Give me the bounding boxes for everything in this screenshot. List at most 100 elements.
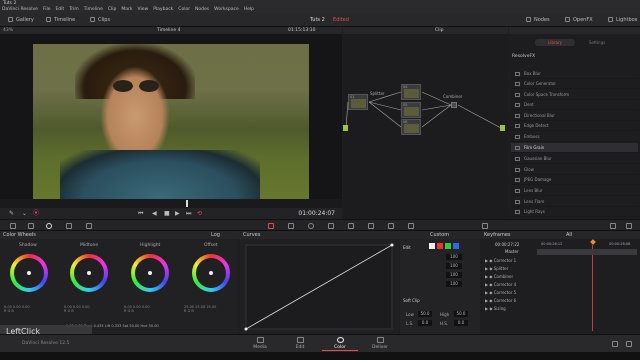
tab-library[interactable]: Library bbox=[535, 39, 575, 46]
fx-item[interactable]: Glow bbox=[511, 165, 638, 175]
node-editor[interactable]: 01 Splitter 04 05 06 Combiner bbox=[343, 34, 508, 219]
value-b[interactable]: 25.00 bbox=[206, 305, 216, 309]
fx-item[interactable]: Box Blur bbox=[511, 69, 638, 79]
settings-icon[interactable] bbox=[626, 341, 632, 347]
blue-channel-swatch[interactable] bbox=[453, 243, 459, 249]
value-b[interactable]: 0.00 bbox=[142, 305, 150, 309]
menu-edit[interactable]: Edit bbox=[55, 7, 64, 12]
fx-item[interactable]: Directional Blur bbox=[511, 111, 638, 121]
kf-track[interactable]: ▶ ◆ Corrector 5 bbox=[485, 290, 516, 295]
value-b[interactable]: 0.00 bbox=[22, 305, 30, 309]
high-value[interactable]: 50.0 bbox=[454, 311, 468, 317]
zoom-select[interactable]: 43% bbox=[3, 27, 13, 34]
fx-item-selected[interactable]: Film Grain bbox=[511, 143, 638, 153]
kf-track[interactable]: ▶ ◆ Corrector 4 bbox=[485, 282, 516, 287]
keyframe-playhead[interactable] bbox=[590, 239, 596, 245]
highlight-icon[interactable]: ⦿ bbox=[33, 210, 39, 217]
fx-item[interactable]: Light Rays bbox=[511, 207, 638, 217]
scrub-bar[interactable] bbox=[0, 199, 342, 208]
window-icon[interactable] bbox=[308, 223, 314, 229]
value-g[interactable]: 0.00 bbox=[13, 305, 21, 309]
menu-nodes[interactable]: Nodes bbox=[195, 7, 209, 12]
fx-item[interactable]: JPEG Damage bbox=[511, 175, 638, 185]
pivot-value[interactable]: 0.435 bbox=[94, 324, 104, 328]
keyframes-icon[interactable] bbox=[482, 223, 488, 229]
value-g[interactable]: 0.00 bbox=[73, 305, 81, 309]
wheel-handle[interactable] bbox=[209, 271, 213, 275]
play-icon[interactable]: ▶ bbox=[175, 210, 180, 217]
kf-track[interactable]: ▶ ◆ Corrector 6 bbox=[485, 298, 516, 303]
skip-forward-icon[interactable]: ⏭ bbox=[186, 210, 191, 217]
wheel-handle[interactable] bbox=[27, 271, 31, 275]
page-color[interactable]: Color bbox=[322, 337, 358, 350]
motion-effects-icon[interactable] bbox=[86, 223, 92, 229]
openfx-button[interactable]: OpenFX bbox=[565, 16, 593, 24]
y-value[interactable]: 100 bbox=[446, 254, 462, 260]
nodes-button[interactable]: Nodes bbox=[526, 16, 550, 24]
menu-color[interactable]: Color bbox=[178, 7, 190, 12]
menu-help[interactable]: Help bbox=[244, 7, 254, 12]
sizing-icon[interactable] bbox=[388, 223, 394, 229]
highlight-wheel[interactable] bbox=[131, 254, 169, 292]
wheel-handle[interactable] bbox=[87, 271, 91, 275]
fx-item[interactable]: Emboss bbox=[511, 132, 638, 142]
qualifier-icon[interactable] bbox=[288, 223, 294, 229]
gallery-button[interactable]: Gallery bbox=[8, 16, 34, 24]
info-icon[interactable] bbox=[626, 223, 632, 229]
value-g[interactable]: 0.00 bbox=[133, 305, 141, 309]
3d-icon[interactable] bbox=[408, 223, 414, 229]
kf-track[interactable]: ▶ ◆ Sizing bbox=[485, 306, 506, 311]
fx-item[interactable]: Lens Blur bbox=[511, 186, 638, 196]
shadow-wheel[interactable] bbox=[10, 254, 48, 292]
lift-value[interactable]: 0.333 bbox=[111, 324, 121, 328]
page-media[interactable]: Media bbox=[242, 337, 278, 350]
g-value[interactable]: 100 bbox=[446, 272, 462, 278]
skip-back-icon[interactable]: ⏮ bbox=[138, 210, 143, 217]
timeline-select[interactable]: Timeline 4 bbox=[157, 27, 180, 34]
menu-workspace[interactable]: Workspace bbox=[214, 7, 239, 12]
blur-icon[interactable] bbox=[348, 223, 354, 229]
scopes-icon[interactable] bbox=[610, 223, 616, 229]
menu-trim[interactable]: Trim bbox=[69, 7, 79, 12]
menu-davinci[interactable]: DaVinci Resolve bbox=[2, 7, 38, 12]
menu-file[interactable]: File bbox=[43, 7, 51, 12]
menu-playback[interactable]: Playback bbox=[153, 7, 173, 12]
key-icon[interactable] bbox=[368, 223, 374, 229]
loop-icon[interactable]: ⟲ bbox=[197, 210, 202, 217]
menu-mark[interactable]: Mark bbox=[121, 7, 132, 12]
tracker-icon[interactable] bbox=[328, 223, 334, 229]
node-mode-select[interactable]: Clip bbox=[435, 27, 444, 34]
lightbox-button[interactable]: Lightbox bbox=[608, 16, 638, 24]
step-back-icon[interactable]: ◀ bbox=[152, 210, 157, 217]
camera-raw-icon[interactable] bbox=[10, 223, 16, 229]
fx-item[interactable]: Edge Detect bbox=[511, 121, 638, 131]
curves-icon[interactable] bbox=[268, 223, 274, 229]
pen-icon[interactable]: ✎ bbox=[9, 210, 14, 217]
hue-value[interactable]: 50.00 bbox=[149, 324, 159, 328]
menu-view[interactable]: View bbox=[138, 7, 149, 12]
curves-panel[interactable] bbox=[239, 239, 399, 334]
fx-item[interactable]: Dent bbox=[511, 100, 638, 110]
fx-item[interactable]: Lens Flare bbox=[511, 197, 638, 207]
ls-value[interactable]: 0.0 bbox=[418, 320, 432, 326]
rgb-mixer-icon[interactable] bbox=[66, 223, 72, 229]
kf-track[interactable]: ▶ ◆ Combiner bbox=[485, 274, 513, 279]
page-edit[interactable]: Edit bbox=[282, 337, 318, 350]
red-channel-swatch[interactable] bbox=[437, 243, 443, 249]
clips-button[interactable]: Clips bbox=[90, 16, 110, 24]
link-all-swatch[interactable] bbox=[429, 243, 435, 249]
tab-settings[interactable]: Settings bbox=[577, 39, 617, 46]
value-b[interactable]: 0.00 bbox=[82, 305, 90, 309]
playhead[interactable] bbox=[186, 200, 188, 207]
wheel-handle[interactable] bbox=[148, 271, 152, 275]
offset-wheel[interactable] bbox=[192, 254, 230, 292]
color-wheels-icon[interactable] bbox=[46, 223, 52, 229]
hs-value[interactable]: 0.0 bbox=[454, 320, 468, 326]
r-value[interactable]: 100 bbox=[446, 263, 462, 269]
timeline-button[interactable]: Timeline bbox=[46, 16, 75, 24]
home-icon[interactable] bbox=[612, 341, 618, 347]
low-value[interactable]: 50.0 bbox=[418, 311, 432, 317]
stop-icon[interactable]: ■ bbox=[164, 210, 170, 217]
page-deliver[interactable]: Deliver bbox=[362, 337, 398, 350]
value-g[interactable]: 25.00 bbox=[195, 305, 205, 309]
